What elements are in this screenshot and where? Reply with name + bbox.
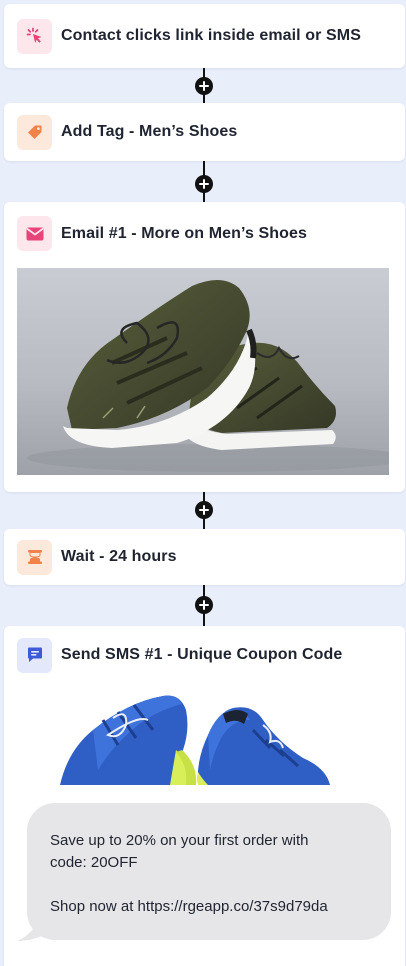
chat-bubble-icon xyxy=(17,637,52,673)
envelope-icon xyxy=(17,216,52,251)
trigger-step-card[interactable]: Contact clicks link inside email or SMS xyxy=(4,4,405,68)
tag-icon xyxy=(17,114,52,150)
add-step-plus-icon[interactable] xyxy=(195,501,213,519)
sms-step-title: Send SMS #1 - Unique Coupon Code xyxy=(61,646,343,663)
sms-message-bubble: Save up to 20% on your first order with … xyxy=(27,803,391,940)
trigger-step-title: Contact clicks link inside email or SMS xyxy=(61,27,361,44)
sms-message-line: Save up to 20% on your first order with xyxy=(50,832,309,849)
olive-sneakers-photo xyxy=(17,268,389,475)
blue-sneakers-photo xyxy=(58,690,333,785)
add-tag-step-title: Add Tag - Men’s Shoes xyxy=(61,123,238,140)
add-step-plus-icon[interactable] xyxy=(195,175,213,193)
add-step-plus-icon[interactable] xyxy=(195,77,213,95)
sms-message-link-line: Shop now at https://rgeapp.co/37s9d79da xyxy=(50,898,328,915)
sparkle-click-icon xyxy=(17,18,52,54)
sms-message-line: code: 20OFF xyxy=(50,854,138,871)
add-tag-step-card[interactable]: Add Tag - Men’s Shoes xyxy=(4,103,405,161)
wait-step-title: Wait - 24 hours xyxy=(61,548,177,565)
wait-step-card[interactable]: Wait - 24 hours xyxy=(4,529,405,585)
hourglass-icon xyxy=(17,539,52,575)
sms-bubble-tail xyxy=(17,921,45,941)
email-step-title: Email #1 - More on Men’s Shoes xyxy=(61,224,308,242)
add-step-plus-icon[interactable] xyxy=(195,596,213,614)
